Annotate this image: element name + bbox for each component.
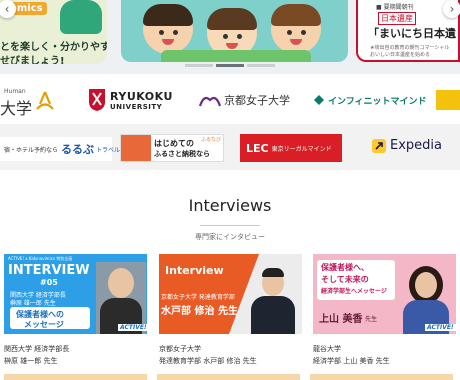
carousel-dot-active[interactable]: [216, 64, 244, 67]
carousel-dot[interactable]: [185, 64, 213, 67]
logo-kyoto-womens-university[interactable]: 京都女子大学: [198, 92, 290, 108]
kid-illustration-3: [271, 4, 321, 54]
slide-text-4: ★岐出自の教育の朝刊コマーシャル: [370, 45, 450, 51]
card-preview[interactable]: [157, 374, 300, 380]
slide-text-1: とを楽しく・分かりやすく: [0, 42, 107, 53]
partner-logos-row-2: 宿・ホテル予約なら るるぶ トラベル はじめての ふるさと納税なら ふるなび L…: [0, 124, 460, 170]
interview-caption-line2: 榊原 雄一郎 先生: [4, 357, 58, 365]
slide-text-5: おいしい日本遺産を始める: [370, 52, 431, 58]
infinite-mark-icon: [314, 95, 324, 105]
card-preview[interactable]: [310, 374, 453, 380]
slide-text-1: ■ 要期聞朝刊: [376, 4, 414, 11]
kid-illustration-1: [143, 4, 193, 54]
expedia-icon: [372, 138, 386, 153]
interview-card-1[interactable]: ACTIVE! x Kidsnavimics 特別企画 INTERVIEW #0…: [4, 254, 147, 365]
page: omics とを楽しく・分かりやすく せびましょう!: [0, 0, 460, 380]
active-badge: ACTIVE!: [118, 324, 147, 331]
interview-caption-line1: 龍谷大学: [313, 345, 341, 353]
active-badge: ACTIVE!: [425, 324, 456, 331]
logo-partial-yellow[interactable]: [436, 90, 460, 110]
slide-headline: 「まいにち日本遺: [368, 27, 456, 40]
logo-rurubu-travel[interactable]: 宿・ホテル予約なら るるぶ トラベル: [0, 137, 120, 161]
slide-text-2: せびましょう!: [0, 56, 65, 64]
carousel-slide-center[interactable]: [121, 0, 348, 62]
chevron-right-icon: ›: [449, 2, 455, 16]
carousel-slide-left[interactable]: omics とを楽しく・分かりやすく せびましょう!: [0, 0, 107, 64]
card-preview[interactable]: [4, 374, 147, 380]
logo-lec[interactable]: LEC 東京リーガルマインド: [240, 134, 342, 162]
slide-badge: 日本遺産: [378, 12, 416, 25]
section-divider: [200, 225, 260, 226]
interview-thumbnail[interactable]: 保護者様へ、 そして未来の 経済学部生へメッセージ 上山 美香 先生 ACTIV…: [313, 254, 456, 334]
ground-illustration: [161, 50, 311, 62]
interview-caption-line1: 京都女子大学: [159, 345, 201, 353]
kyoto-mark-icon: [198, 96, 222, 107]
logo-infinite-mind[interactable]: インフィニットマインド: [312, 93, 427, 107]
interview-caption-line2: 経済学部 上山 美香 先生: [313, 357, 390, 365]
logo-university-1[interactable]: Human 大学: [0, 88, 32, 119]
logo-mark-icon: [34, 90, 56, 112]
interviews-title: Interviews: [188, 196, 272, 215]
furunavi-image: [121, 135, 151, 161]
hero-carousel[interactable]: omics とを楽しく・分かりやすく せびましょう!: [0, 0, 460, 74]
speaker-photo: [401, 260, 451, 334]
carousel-next-button[interactable]: ›: [443, 0, 460, 18]
mascot-illustration: [60, 0, 102, 34]
interview-card-2[interactable]: Interview 京都女子大学 発達教育学部 水戸部 修治 先生 京都女子大学…: [159, 254, 302, 365]
chevron-left-icon: ‹: [4, 2, 10, 16]
interview-caption-line2: 発達教育学部 水戸部 修治 先生: [159, 357, 257, 365]
interview-caption-line1: 関西大学 経済学部長: [4, 345, 70, 353]
logo-expedia[interactable]: Expedia: [372, 138, 442, 153]
ryukoku-shield-icon: [89, 89, 105, 111]
speaker-photo: [251, 268, 295, 334]
partner-logos-row-1: Human 大学 RYUKOKU UNIVERSITY 京都女子大学 インフィニ…: [0, 78, 460, 124]
interview-card-3[interactable]: 保護者様へ、 そして未来の 経済学部生へメッセージ 上山 美香 先生 ACTIV…: [313, 254, 456, 365]
interviews-subtitle: 専門家にインタビュー: [195, 233, 265, 241]
interview-thumbnail[interactable]: Interview 京都女子大学 発達教育学部 水戸部 修治 先生: [159, 254, 302, 334]
next-row-preview: [0, 374, 460, 380]
interview-thumbnail[interactable]: ACTIVE! x Kidsnavimics 特別企画 INTERVIEW #0…: [4, 254, 147, 334]
logo-furunavi[interactable]: はじめての ふるさと納税なら ふるなび: [120, 134, 224, 162]
carousel-indicators: [185, 64, 275, 68]
logo-ryukoku[interactable]: RYUKOKU UNIVERSITY: [88, 88, 173, 112]
carousel-dot[interactable]: [247, 64, 275, 67]
